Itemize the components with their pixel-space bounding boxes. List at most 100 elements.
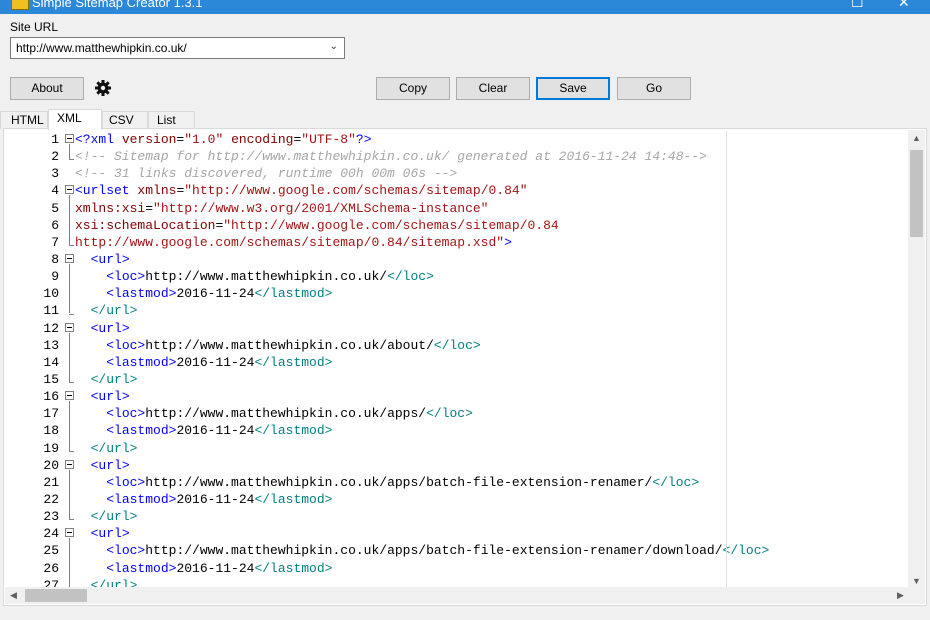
code-token: <lastmod> xyxy=(106,491,177,507)
tab-html[interactable]: HTML xyxy=(0,111,48,129)
code-line: <lastmod>2016-11-24</lastmod> xyxy=(75,422,910,439)
code-line: <loc>http://www.matthewhipkin.co.uk/apps… xyxy=(75,474,910,491)
tab-list[interactable]: List xyxy=(148,111,195,129)
window-title: Simple Sitemap Creator 1.3.1 xyxy=(32,0,203,10)
code-token: xsi:schemaLocation xyxy=(75,217,216,233)
vertical-scrollbar[interactable]: ▲ ▼ xyxy=(908,130,925,590)
output-tabs: HTML XML CSV List xyxy=(0,109,930,130)
chevron-down-icon[interactable]: ⌄ xyxy=(330,41,338,52)
save-button[interactable]: Save xyxy=(536,77,610,100)
line-number: 13 xyxy=(43,337,59,353)
fold-toggle-icon[interactable] xyxy=(65,391,74,401)
about-button[interactable]: About xyxy=(10,77,84,100)
gear-icon[interactable] xyxy=(93,78,113,98)
line-number: 7 xyxy=(51,234,59,250)
line-number: 5 xyxy=(51,200,59,216)
code-line: <url> xyxy=(75,525,910,542)
fold-toggle-icon[interactable] xyxy=(65,459,74,469)
fold-toggle-icon[interactable] xyxy=(65,254,74,264)
line-number: 3 xyxy=(51,166,59,182)
code-token: "UTF-8" xyxy=(301,132,356,147)
code-area[interactable]: <?xml version="1.0" encoding="UTF-8"?> <!… xyxy=(75,131,910,590)
title-bar: Simple Sitemap Creator 1.3.1 ☐ ✕ xyxy=(0,0,930,14)
line-number: 19 xyxy=(43,440,59,456)
horizontal-scrollbar[interactable]: ◀ ▶ xyxy=(5,587,909,604)
code-token: "http://www.google.com/schemas/sitemap/0… xyxy=(184,183,528,199)
code-token: 2016-11-24 xyxy=(176,286,255,302)
maximize-button[interactable]: ☐ xyxy=(851,0,864,11)
code-line: <lastmod>2016-11-24</lastmod> xyxy=(75,491,910,508)
code-token: <lastmod> xyxy=(106,286,177,302)
clear-button[interactable]: Clear xyxy=(456,77,530,100)
fold-toggle-icon[interactable] xyxy=(65,134,74,143)
vertical-scroll-thumb[interactable] xyxy=(910,150,923,237)
fold-margin[interactable] xyxy=(63,131,75,590)
code-token: http://www.matthewhipkin.co.uk/about/ xyxy=(145,337,434,353)
code-line: </url> xyxy=(75,302,910,319)
line-number: 2 xyxy=(51,149,59,165)
scroll-left-icon[interactable]: ◀ xyxy=(5,587,22,604)
fold-end xyxy=(69,159,74,161)
fold-line xyxy=(69,538,70,588)
code-token: <lastmod> xyxy=(106,354,177,370)
code-token: <url> xyxy=(90,389,130,405)
fold-line xyxy=(69,195,70,245)
close-button[interactable]: ✕ xyxy=(898,0,910,11)
code-line: <loc>http://www.matthewhipkin.co.uk/apps… xyxy=(75,405,910,422)
line-number: 17 xyxy=(43,406,59,422)
code-token: "1.0" xyxy=(184,132,224,147)
code-token: <lastmod> xyxy=(106,423,177,439)
code-token: xmlns xyxy=(137,183,177,199)
tab-xml[interactable]: XML xyxy=(48,109,102,130)
code-token: <!-- 31 links discovered, runtime 00h 00… xyxy=(75,166,458,182)
code-line: <lastmod>2016-11-24</lastmod> xyxy=(75,560,910,577)
line-number: 10 xyxy=(43,286,59,302)
line-number: 12 xyxy=(43,320,59,336)
code-token: <url> xyxy=(90,526,130,542)
fold-toggle-icon[interactable] xyxy=(65,528,74,538)
code-line: <!-- 31 links discovered, runtime 00h 00… xyxy=(75,165,910,182)
code-token: xmlns:xsi xyxy=(75,200,146,216)
code-token: = xyxy=(145,200,154,216)
line-number: 26 xyxy=(43,560,59,576)
horizontal-scroll-thumb[interactable] xyxy=(25,589,87,602)
code-token: <loc> xyxy=(106,406,146,422)
code-line: <loc>http://www.matthewhipkin.co.uk/abou… xyxy=(75,337,910,354)
line-number: 21 xyxy=(43,474,59,490)
code-token: > xyxy=(504,234,512,250)
line-number: 15 xyxy=(43,371,59,387)
line-number: 6 xyxy=(51,217,59,233)
go-button[interactable]: Go xyxy=(617,77,691,100)
scroll-right-icon[interactable]: ▶ xyxy=(892,587,909,604)
scroll-up-icon[interactable]: ▲ xyxy=(908,130,925,147)
code-line: <lastmod>2016-11-24</lastmod> xyxy=(75,285,910,302)
code-token: encoding xyxy=(231,132,294,147)
line-number: 14 xyxy=(43,354,59,370)
code-line: <urlset xmlns="http://www.google.com/sch… xyxy=(75,182,910,199)
line-number: 8 xyxy=(51,251,59,267)
code-line: <?xml version="1.0" encoding="UTF-8"?> xyxy=(75,131,910,148)
tab-csv[interactable]: CSV xyxy=(102,111,148,129)
line-number: 22 xyxy=(43,491,59,507)
site-url-combobox[interactable]: http://www.matthewhipkin.co.uk/ ⌄ xyxy=(10,37,345,59)
code-token: 2016-11-24 xyxy=(176,354,255,370)
code-token: </lastmod> xyxy=(254,286,333,302)
code-token: <url> xyxy=(90,320,130,336)
xml-editor[interactable]: 1 2 3 4 5 6 7 8 9 10 11 12 13 14 15 16 17 18 19 20 21 22 23 24 2… xyxy=(3,128,927,606)
code-line: </url> xyxy=(75,440,910,457)
code-token: <lastmod> xyxy=(106,560,177,576)
code-token: <url> xyxy=(90,251,130,267)
right-edge-marker xyxy=(726,131,727,590)
line-number: 18 xyxy=(43,423,59,439)
copy-button[interactable]: Copy xyxy=(376,77,450,100)
fold-toggle-icon[interactable] xyxy=(65,322,74,332)
site-url-value: http://www.matthewhipkin.co.uk/ xyxy=(16,41,187,55)
fold-toggle-icon[interactable] xyxy=(65,185,74,195)
